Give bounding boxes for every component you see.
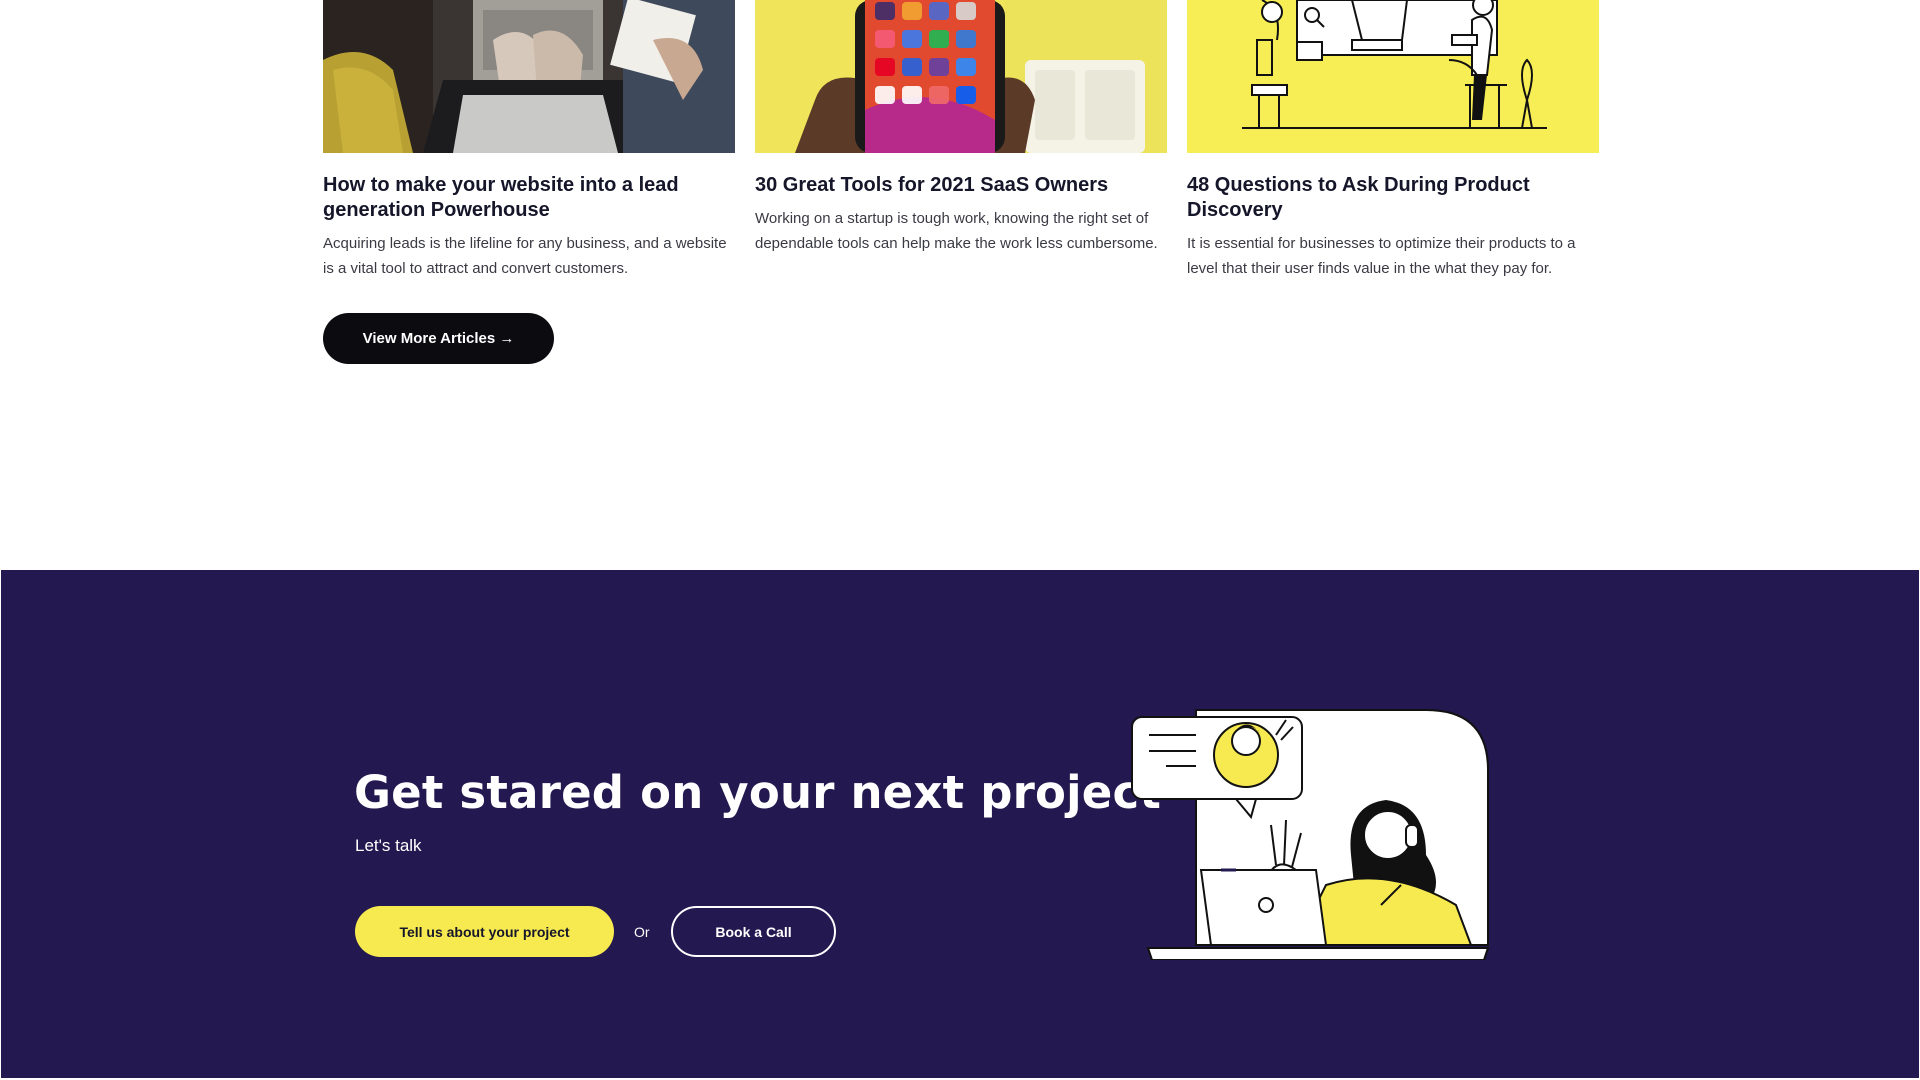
laptop-photo-icon [323,0,735,153]
cta-title: Get stared on your next project [354,766,1162,819]
video-call-illustration [1126,705,1496,961]
article-title[interactable]: 48 Questions to Ask During Product Disco… [1187,173,1599,223]
article-description: It is essential for businesses to optimi… [1187,235,1576,277]
book-a-call-button[interactable]: Book a Call [671,906,836,957]
view-more-articles-button[interactable]: View More Articles → [323,313,554,364]
article-title[interactable]: How to make your website into a lead gen… [323,173,735,223]
article-title[interactable]: 30 Great Tools for 2021 SaaS Owners [755,173,1167,198]
article-image-illustration[interactable] [1187,0,1599,153]
article-card-2[interactable]: 30 Great Tools for 2021 SaaS Owners Work… [755,0,1167,252]
article-image-laptop[interactable] [323,0,735,153]
article-card-1[interactable]: How to make your website into a lead gen… [323,0,735,277]
article-card-3[interactable]: 48 Questions to Ask During Product Disco… [1187,0,1599,277]
article-description: Working on a startup is tough work, know… [755,210,1158,252]
smartphone-apps-photo-icon [755,0,1167,153]
or-label: Or [634,924,650,940]
team-illustration-icon [1187,0,1599,153]
cta-section: Get stared on your next project Let's ta… [1,570,1919,1078]
video-call-illustration-icon [1131,709,1490,961]
article-image-phone[interactable] [755,0,1167,153]
article-description: Acquiring leads is the lifeline for any … [323,235,727,277]
tell-us-about-project-button[interactable]: Tell us about your project [355,906,614,957]
cta-subtitle: Let's talk [355,836,422,855]
page: How to make your website into a lead gen… [0,0,1920,1080]
